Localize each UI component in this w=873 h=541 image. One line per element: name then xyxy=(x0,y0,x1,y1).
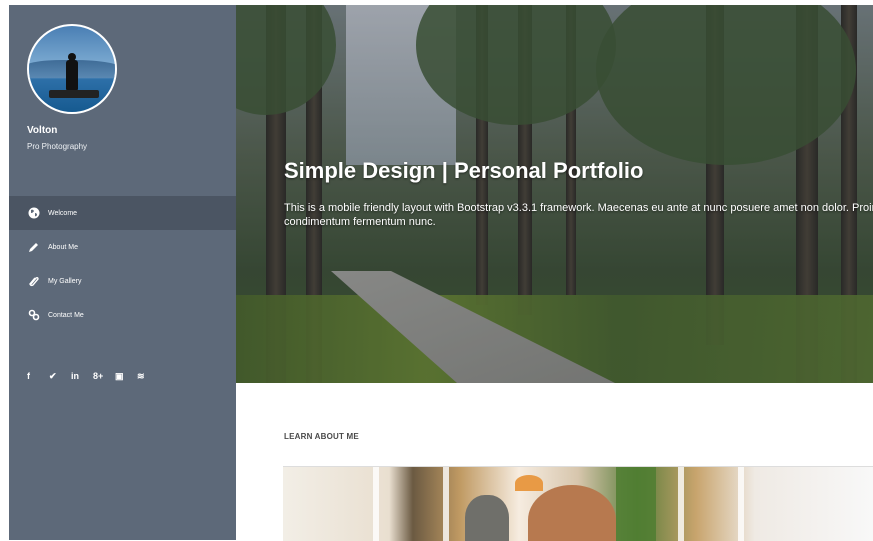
brand-name: Volton xyxy=(27,125,58,136)
google-plus-icon[interactable]: 8+ xyxy=(93,369,115,383)
hero-description: This is a mobile friendly layout with Bo… xyxy=(284,202,873,228)
youtube-icon[interactable]: ▣ xyxy=(115,369,137,383)
nav-item-gallery[interactable]: My Gallery xyxy=(9,264,236,298)
social-links: f ✔ in 8+ ▣ ≋ xyxy=(27,369,159,383)
learn-section-title: LEARN ABOUT ME xyxy=(284,432,359,441)
paperclip-icon xyxy=(27,274,41,288)
nav-item-about[interactable]: About Me xyxy=(9,230,236,264)
facebook-icon[interactable]: f xyxy=(27,369,49,383)
nav-label: Contact Me xyxy=(48,311,84,319)
linkedin-icon[interactable]: in xyxy=(71,369,93,383)
globe-icon xyxy=(27,206,41,220)
twitter-icon[interactable]: ✔ xyxy=(49,369,71,383)
rss-icon[interactable]: ≋ xyxy=(137,369,159,383)
link-icon xyxy=(27,308,41,322)
hero-banner: Simple Design | Personal Portfolio This … xyxy=(236,5,873,383)
nav-item-contact[interactable]: Contact Me xyxy=(9,298,236,332)
nav-item-welcome[interactable]: Welcome xyxy=(9,196,236,230)
main-nav: Welcome About Me My Gallery Contact Me xyxy=(9,196,236,332)
avatar xyxy=(27,24,117,114)
nav-label: My Gallery xyxy=(48,277,82,285)
learn-photo xyxy=(283,466,873,541)
nav-label: About Me xyxy=(48,243,78,251)
nav-label: Welcome xyxy=(48,209,78,217)
pencil-icon xyxy=(27,240,41,254)
hero-title: Simple Design | Personal Portfolio xyxy=(284,158,644,183)
sidebar: Volton Pro Photography Welcome About Me … xyxy=(9,5,236,540)
brand-tagline: Pro Photography xyxy=(27,142,88,151)
